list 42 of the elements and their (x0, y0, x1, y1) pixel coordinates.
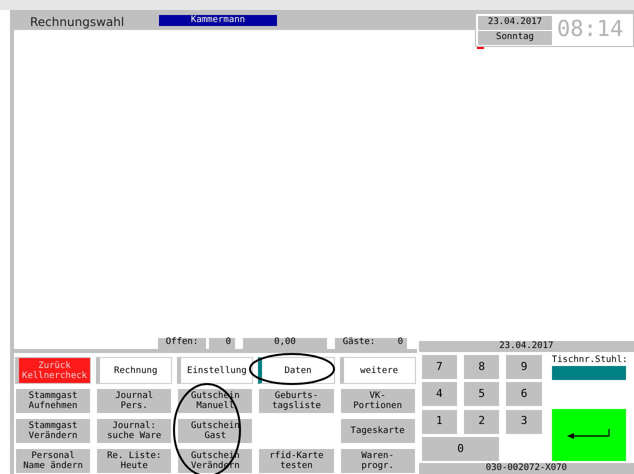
tab[interactable]: Daten (258, 357, 335, 384)
function-button[interactable]: Stammgast Verändern (15, 418, 92, 444)
tab[interactable]: Einstellung (177, 357, 254, 384)
number-key[interactable]: 8 (464, 355, 500, 379)
number-key[interactable]: 4 (422, 382, 458, 406)
table-seat-label: Tischnr.Stuhl: (552, 355, 628, 365)
function-button[interactable]: Journal Pers. (96, 388, 172, 414)
function-button[interactable]: VK- Portionen (340, 388, 416, 414)
number-key[interactable]: 7 (422, 355, 458, 379)
open-label: Offen: (158, 338, 206, 348)
date-label: 23.04.2017 (478, 16, 552, 30)
number-key[interactable]: 9 (506, 355, 542, 379)
function-button[interactable]: Re. Liste: Heute (96, 448, 172, 474)
guests-label: Gäste: (335, 338, 383, 348)
user-name: Kammermann (159, 15, 277, 26)
number-key[interactable]: 0 (422, 436, 500, 461)
function-button[interactable]: Personal Name ändern (15, 448, 92, 474)
number-key[interactable]: 6 (506, 382, 542, 406)
amount-value: 0,00 (243, 338, 327, 348)
open-value: 0 (209, 338, 235, 348)
function-button[interactable]: Tageskarte (340, 418, 416, 444)
enter-button[interactable] (552, 409, 626, 461)
number-key[interactable]: 5 (464, 382, 500, 406)
numpad-date: 23.04.2017 (418, 341, 634, 352)
tab[interactable]: weitere (340, 357, 416, 384)
weekday-label: Sonntag (478, 30, 552, 44)
tab[interactable]: Rechnung (96, 357, 172, 384)
function-button[interactable]: Waren- progr. (340, 448, 416, 474)
enter-arrow-icon (566, 429, 611, 441)
function-button[interactable]: Journal: suche Ware (96, 418, 172, 444)
function-button[interactable]: rfid-Karte testen (258, 448, 335, 474)
table-seat-field[interactable] (552, 366, 626, 380)
number-key[interactable]: 1 (422, 410, 458, 434)
number-key[interactable]: 3 (506, 410, 542, 434)
clock-display: 08:14 (557, 19, 624, 41)
window-title: Rechnungswahl (30, 14, 124, 31)
number-key[interactable]: 2 (464, 410, 500, 434)
function-button[interactable]: Stammgast Aufnehmen (15, 388, 92, 414)
guests-value: 0 (383, 338, 407, 348)
device-id: 030-002072-X070 (418, 463, 634, 474)
function-button[interactable]: Gutschein Gast (177, 418, 254, 444)
function-button[interactable]: Geburts- tagsliste (258, 388, 335, 414)
